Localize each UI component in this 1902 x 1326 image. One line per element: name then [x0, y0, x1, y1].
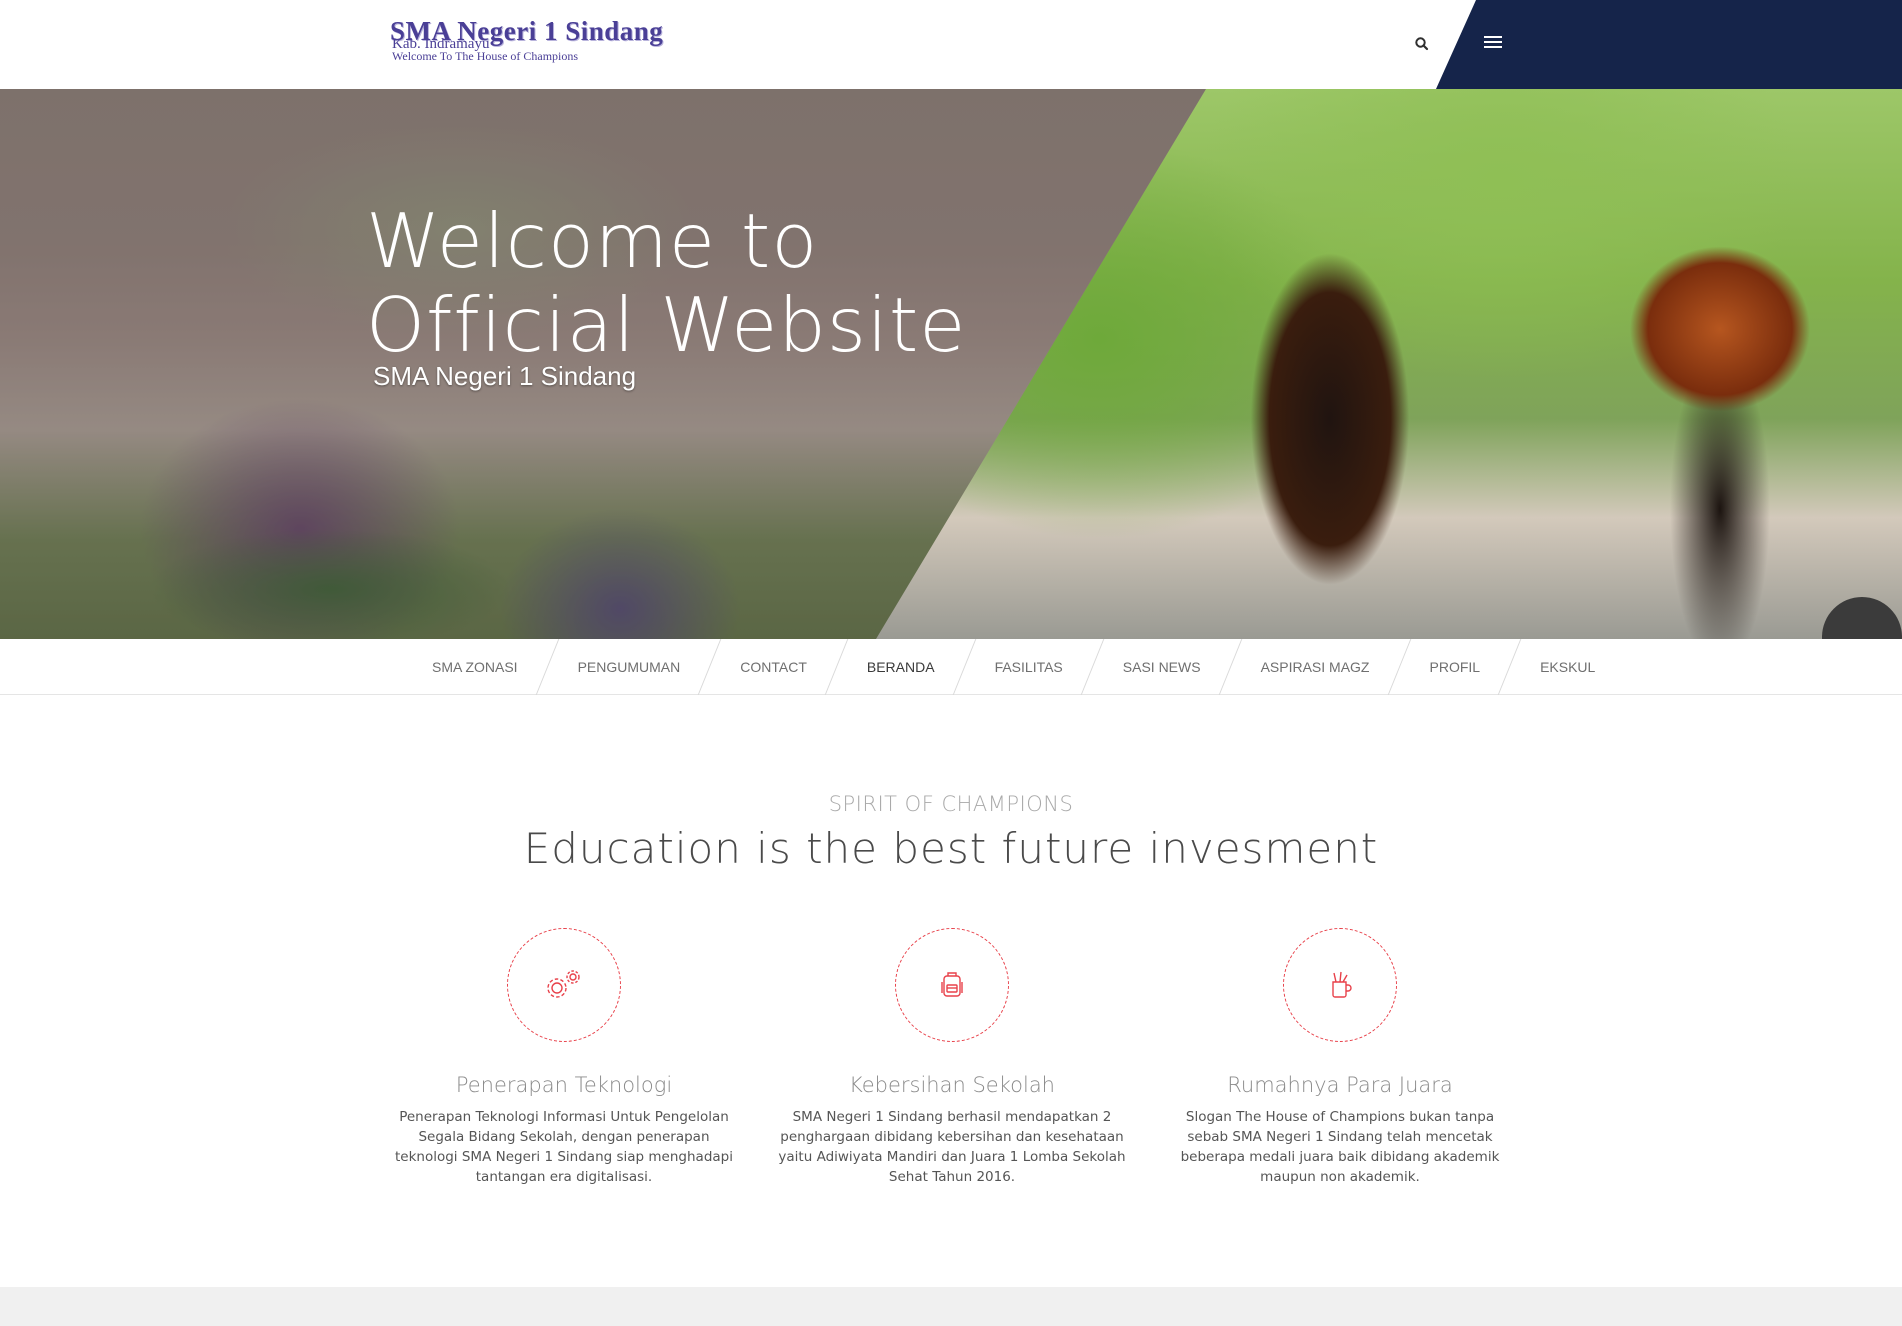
pencil-cup-icon	[1332, 971, 1352, 998]
nav-separator	[825, 639, 849, 695]
search-icon	[1415, 37, 1429, 51]
hero-subtitle: SMA Negeri 1 Sindang	[373, 361, 637, 391]
nav-separator	[1498, 639, 1522, 695]
feature-card: Rumahnya Para Juara Slogan The House of …	[1165, 928, 1515, 1187]
nav-separator	[536, 639, 560, 695]
feature-card: Kebersihan Sekolah SMA Negeri 1 Sindang …	[777, 928, 1127, 1187]
nav-item-sma-zonasi[interactable]: SMA ZONASI	[414, 659, 536, 675]
hero-title-line2: Official Website	[366, 281, 967, 369]
nav-separator	[1219, 639, 1243, 695]
nav-item-fasilitas[interactable]: FASILITAS	[977, 659, 1081, 675]
feature-text: Penerapan Teknologi Informasi Untuk Peng…	[395, 1109, 733, 1185]
nav-separator	[1388, 639, 1412, 695]
footer-strip	[0, 1287, 1902, 1326]
feature-title: Penerapan Teknologi	[455, 1073, 673, 1097]
feature-icon-circle	[1283, 928, 1397, 1042]
nav-item-profil[interactable]: PROFIL	[1412, 659, 1499, 675]
nav-list: SMA ZONASI PENGUMUMAN CONTACT BERANDA FA…	[414, 639, 1613, 695]
nav-item-beranda[interactable]: BERANDA	[849, 659, 953, 675]
gears-icon	[547, 970, 580, 998]
nav-item-ekskul[interactable]: EKSKUL	[1522, 659, 1613, 675]
backpack-icon	[941, 972, 963, 997]
site-header: SMA Negeri 1 Sindang Kab. Indramayu Welc…	[0, 0, 1902, 89]
feature-card: Penerapan Teknologi Penerapan Teknologi …	[389, 928, 739, 1187]
hero-title-line1: Welcome to	[366, 197, 819, 285]
hero-banner: Welcome to Official Website SMA Negeri 1…	[0, 89, 1902, 639]
hamburger-menu-button[interactable]	[1478, 28, 1510, 58]
nav-separator	[1081, 639, 1105, 695]
feature-icon-circle	[507, 928, 621, 1042]
search-button[interactable]	[1408, 30, 1436, 58]
nav-separator	[698, 639, 722, 695]
section-heading: Education is the best future invesment	[523, 824, 1379, 873]
main-navigation: SMA ZONASI PENGUMUMAN CONTACT BERANDA FA…	[0, 639, 1902, 695]
site-logo[interactable]: SMA Negeri 1 Sindang Kab. Indramayu Welc…	[390, 16, 690, 66]
feature-text: SMA Negeri 1 Sindang berhasil mendapatka…	[778, 1109, 1126, 1185]
nav-item-contact[interactable]: CONTACT	[722, 659, 825, 675]
logo-tagline: Welcome To The House of Champions	[392, 49, 579, 63]
feature-title: Rumahnya Para Juara	[1227, 1073, 1453, 1097]
nav-separator	[953, 639, 977, 695]
nav-item-aspirasi-magz[interactable]: ASPIRASI MAGZ	[1243, 659, 1388, 675]
nav-item-pengumuman[interactable]: PENGUMUMAN	[560, 659, 699, 675]
feature-icon-circle	[895, 928, 1009, 1042]
nav-item-sasi-news[interactable]: SASI NEWS	[1105, 659, 1219, 675]
section-kicker: SPIRIT OF CHAMPIONS	[828, 792, 1074, 816]
hero-title: Welcome to Official Website	[366, 199, 1066, 367]
feature-title: Kebersihan Sekolah	[849, 1073, 1055, 1097]
feature-text: Slogan The House of Champions bukan tanp…	[1180, 1109, 1500, 1185]
